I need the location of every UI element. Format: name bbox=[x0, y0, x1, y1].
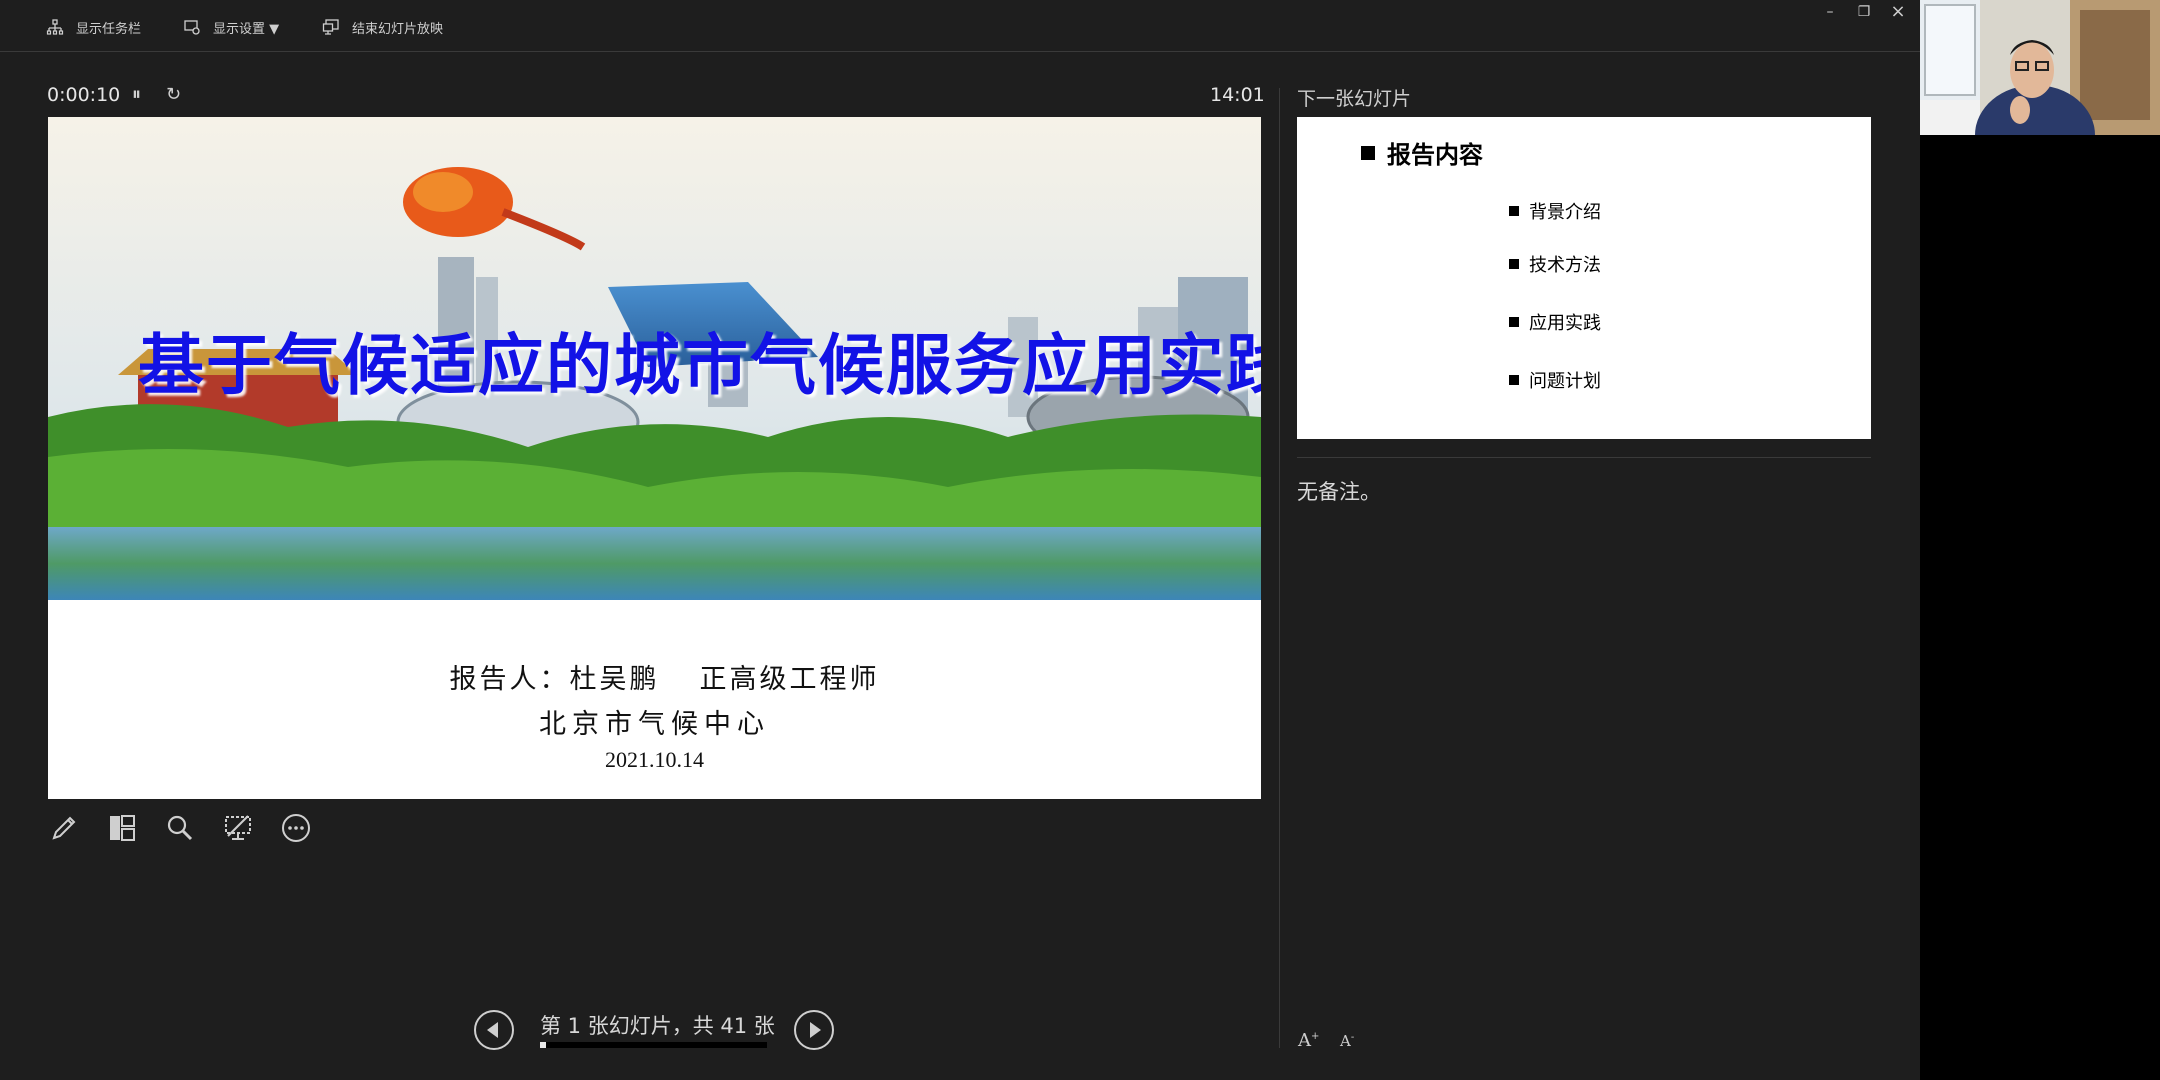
next-slide-item: 背景介绍 bbox=[1509, 198, 1601, 224]
report-date: 2021.10.14 bbox=[605, 747, 704, 772]
chevron-right-icon bbox=[810, 1022, 821, 1038]
bullet-square-icon bbox=[1509, 317, 1519, 327]
slide-progress-fill bbox=[540, 1042, 546, 1048]
next-slide-heading-text: 报告内容 bbox=[1387, 141, 1483, 169]
more-options-button[interactable] bbox=[280, 812, 312, 844]
elapsed-timer: 0:00:10 bbox=[47, 84, 121, 106]
display-settings-label: 显示设置 ▼ bbox=[213, 21, 280, 37]
side-black-area bbox=[1920, 135, 2160, 1080]
bullet-square-icon bbox=[1509, 259, 1519, 269]
zoom-icon bbox=[167, 815, 193, 841]
display-settings-button[interactable]: 显示设置 ▼ bbox=[183, 14, 279, 40]
reporter-label: 报告人：杜吴鹏 bbox=[449, 664, 660, 695]
reset-timer-button[interactable]: ↻ bbox=[166, 84, 181, 105]
next-slide-label: 下一张幻灯片 bbox=[1297, 88, 1412, 110]
minimize-button[interactable]: – bbox=[1818, 4, 1842, 20]
pen-icon bbox=[52, 816, 76, 840]
slide-tools bbox=[48, 812, 312, 844]
decrease-font-icon: A bbox=[1340, 1032, 1351, 1050]
black-screen-button[interactable] bbox=[222, 812, 254, 844]
next-slide-item: 问题计划 bbox=[1509, 367, 1601, 393]
next-slide-preview[interactable]: 报告内容 背景介绍 技术方法 应用实践 问题计划 bbox=[1297, 117, 1871, 439]
zoom-button[interactable] bbox=[164, 812, 196, 844]
slide-title: 基于气候适应的城市气候服务应用实践 bbox=[138, 327, 1261, 404]
webcam-feed bbox=[1920, 0, 2160, 135]
current-time: 14:01 bbox=[1210, 84, 1265, 106]
more-icon bbox=[282, 814, 310, 842]
end-slideshow-label: 结束幻灯片放映 bbox=[352, 21, 444, 37]
slide-counter[interactable]: 第 1 张幻灯片，共 41 张 bbox=[540, 1010, 775, 1040]
speaker-notes[interactable]: 无备注。 bbox=[1297, 476, 1381, 506]
restore-button[interactable]: ❐ bbox=[1852, 4, 1876, 20]
current-slide[interactable]: 基于气候适应的城市气候服务应用实践 报告人：杜吴鹏 正高级工程师 北京市气候中心 … bbox=[48, 117, 1261, 799]
bullet-square-icon bbox=[1509, 206, 1519, 216]
next-slide-item-text: 应用实践 bbox=[1529, 313, 1601, 334]
next-slide-item: 应用实践 bbox=[1509, 309, 1601, 335]
notes-divider[interactable] bbox=[1297, 457, 1871, 458]
next-slide-button[interactable] bbox=[794, 1010, 834, 1050]
bullet-square-icon bbox=[1509, 375, 1519, 385]
pane-divider[interactable] bbox=[1279, 88, 1280, 1048]
next-slide-item-text: 问题计划 bbox=[1529, 371, 1601, 392]
see-all-slides-button[interactable] bbox=[106, 812, 138, 844]
next-slide-item-text: 背景介绍 bbox=[1529, 202, 1601, 223]
top-toolbar: 显示任务栏 显示设置 ▼ 结束幻灯片放映 – ❐ × bbox=[0, 0, 1920, 52]
slide-footer: 报告人：杜吴鹏 正高级工程师 北京市气候中心 2021.10.14 bbox=[48, 657, 1261, 773]
presenter-view: 显示任务栏 显示设置 ▼ 结束幻灯片放映 – ❐ × 0:00:10 ⏸ ↻ 1… bbox=[0, 0, 1920, 1080]
organization: 北京市气候中心 bbox=[539, 709, 770, 740]
previous-slide-button[interactable] bbox=[474, 1010, 514, 1050]
reporter-title: 正高级工程师 bbox=[699, 664, 880, 695]
screen-icon bbox=[225, 815, 251, 840]
layout-icon bbox=[110, 815, 135, 841]
next-slide-heading: 报告内容 bbox=[1361, 135, 1483, 170]
chevron-left-icon bbox=[487, 1022, 498, 1038]
next-slide-item-text: 技术方法 bbox=[1529, 255, 1601, 276]
end-slideshow-button[interactable]: 结束幻灯片放映 bbox=[322, 14, 443, 40]
increase-font-icon: A bbox=[1298, 1030, 1311, 1051]
pause-timer-button[interactable]: ⏸ bbox=[132, 84, 141, 105]
slide-progress-bar bbox=[540, 1042, 767, 1048]
bullet-square-icon bbox=[1361, 145, 1375, 160]
webcam-video bbox=[1920, 0, 2160, 135]
show-taskbar-button[interactable]: 显示任务栏 bbox=[46, 14, 141, 40]
display-settings-icon bbox=[184, 20, 200, 35]
end-slideshow-icon bbox=[322, 19, 339, 35]
increase-font-button[interactable]: A+ bbox=[1298, 1030, 1319, 1051]
decrease-font-button[interactable]: A- bbox=[1340, 1032, 1354, 1050]
close-button[interactable]: × bbox=[1886, 1, 1910, 22]
pen-tool-button[interactable] bbox=[48, 812, 80, 844]
next-slide-item: 技术方法 bbox=[1509, 251, 1601, 277]
show-taskbar-label: 显示任务栏 bbox=[76, 21, 142, 37]
taskbar-icon bbox=[46, 19, 64, 35]
